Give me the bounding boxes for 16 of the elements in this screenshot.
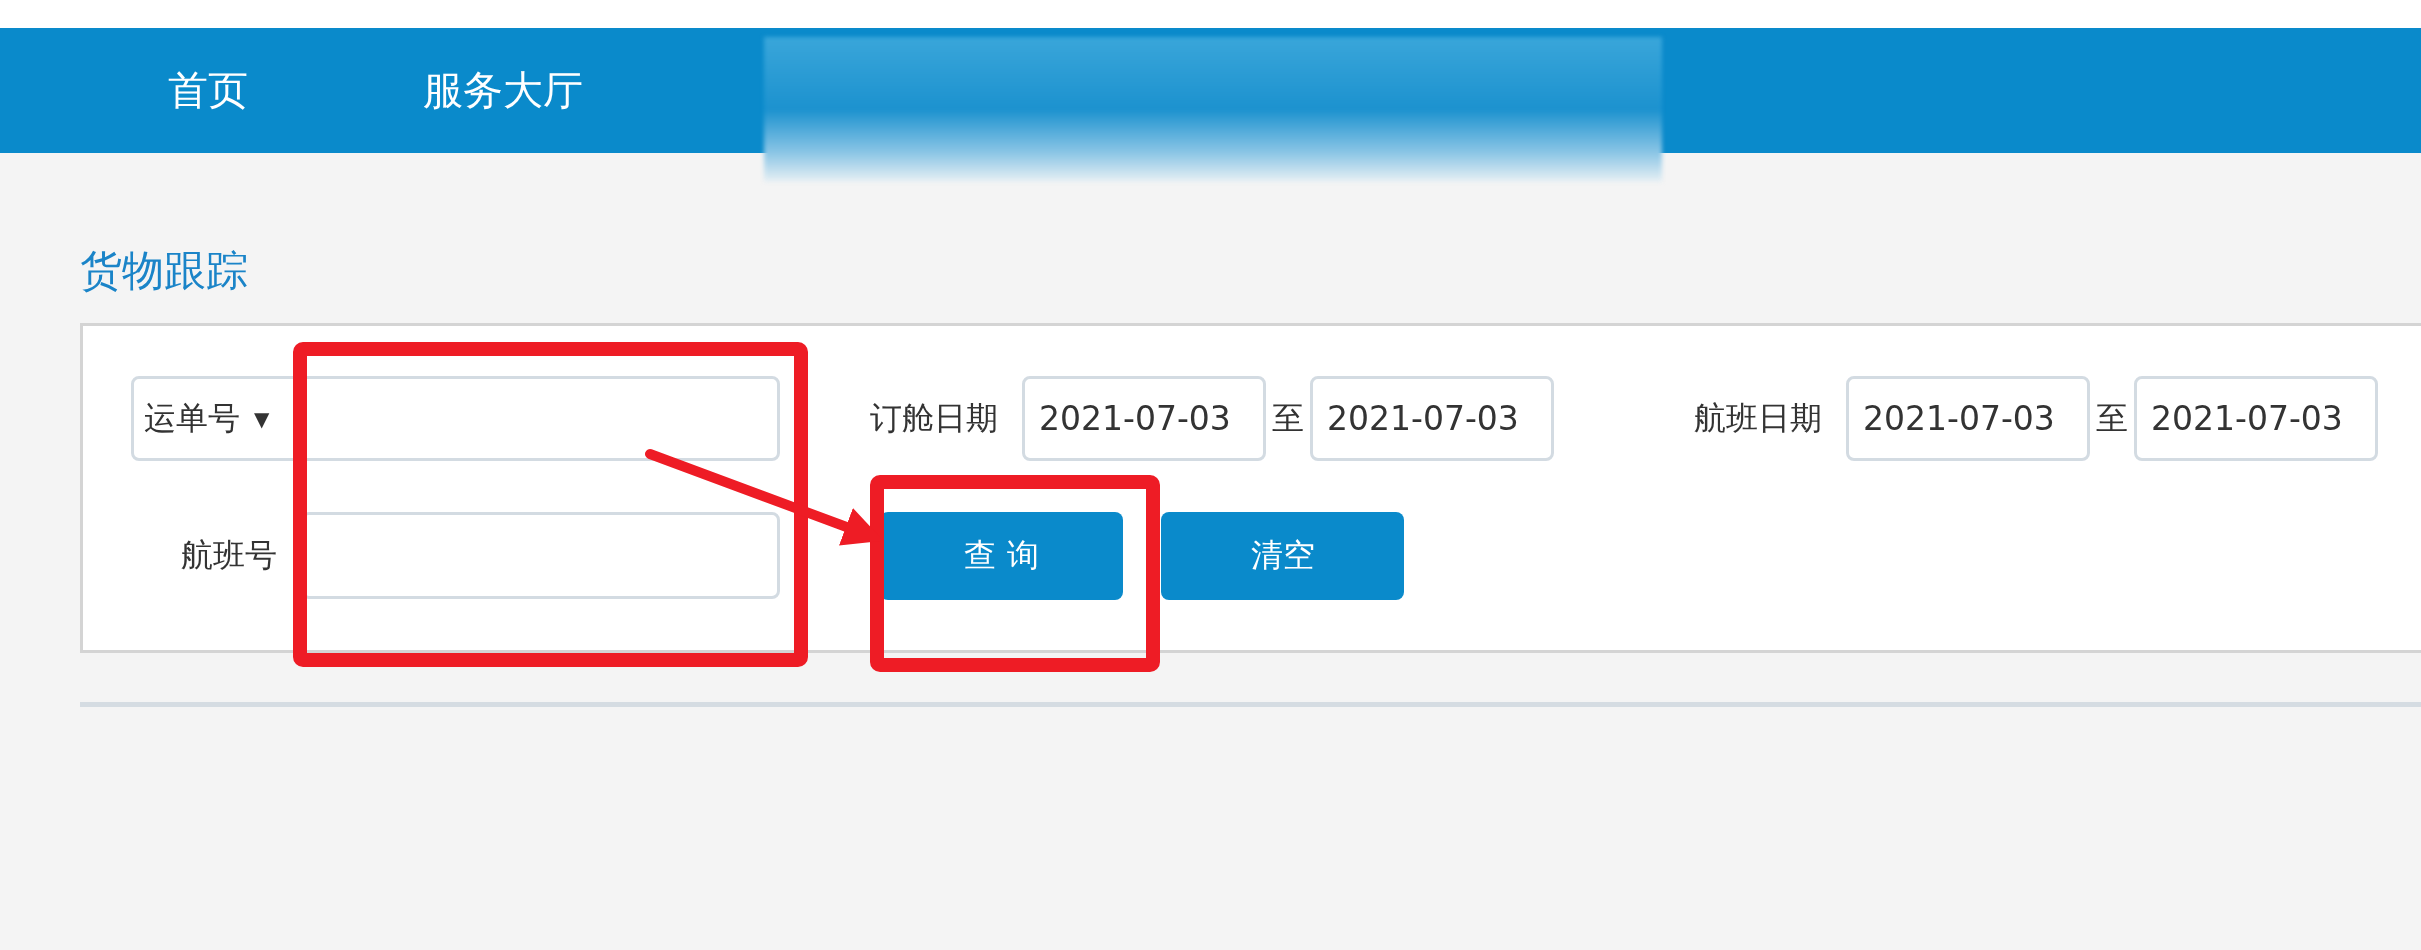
date-field[interactable]: 2021-07-03 [1846, 376, 2090, 461]
nav-link[interactable]: 服务大厅 [423, 63, 583, 118]
caret-icon[interactable]: ▼ [254, 406, 270, 431]
date-field[interactable]: 2021-07-03 [1310, 376, 1554, 461]
clear-button[interactable]: 清空 [1161, 511, 1404, 600]
range-separator: 至 [2096, 397, 2128, 439]
waybill-type-select[interactable]: 运单号 [144, 396, 240, 441]
field-label: 订舱日期 [870, 397, 998, 439]
range-separator: 至 [1272, 397, 1304, 439]
field-label: 航班号 [180, 534, 277, 576]
field-label: 航班日期 [1694, 397, 1822, 439]
date-field[interactable]: 2021-07-03 [2134, 376, 2378, 461]
date-field[interactable]: 2021-07-03 [1022, 376, 1266, 461]
page-title: 货物跟踪 [80, 245, 249, 297]
waybill-field[interactable]: 运单号 ▼ [131, 376, 780, 461]
nav-link[interactable]: 首页 [168, 63, 248, 118]
